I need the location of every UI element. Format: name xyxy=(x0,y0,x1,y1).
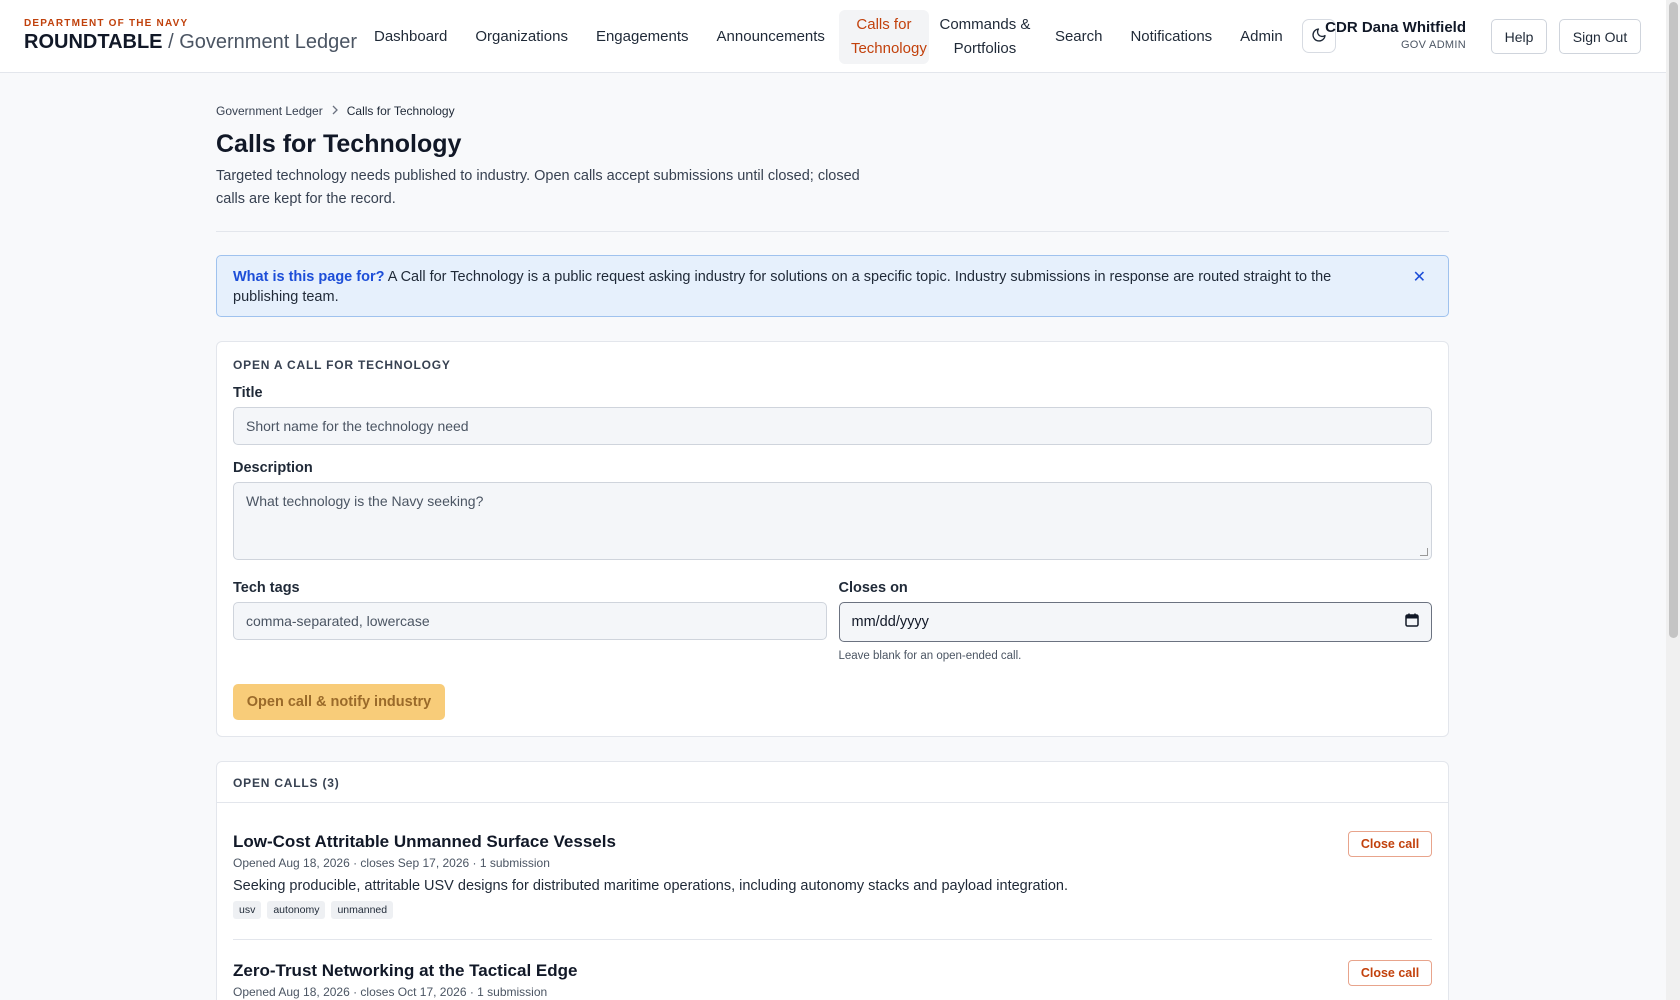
nav-announcements[interactable]: Announcements xyxy=(703,25,839,49)
open-calls-heading: OPEN CALLS (3) xyxy=(217,762,1448,803)
call-title[interactable]: Zero-Trust Networking at the Tactical Ed… xyxy=(233,961,1432,981)
call-tags: usv autonomy unmanned xyxy=(233,901,1432,919)
open-calls-list: OPEN CALLS (3) Low-Cost Attritable Unman… xyxy=(216,761,1449,1000)
close-call-button[interactable]: Close call xyxy=(1348,831,1432,857)
sign-out-button[interactable]: Sign Out xyxy=(1559,19,1641,54)
main-content: Government Ledger Calls for Technology C… xyxy=(216,104,1449,1000)
tag: unmanned xyxy=(331,901,394,919)
description-placeholder: What technology is the Navy seeking? xyxy=(246,493,484,509)
breadcrumb-root-link[interactable]: Government Ledger xyxy=(216,104,323,118)
scrollbar-thumb[interactable] xyxy=(1669,2,1678,638)
close-call-button[interactable]: Close call xyxy=(1348,960,1432,986)
info-banner: What is this page for? A Call for Techno… xyxy=(216,255,1449,317)
user-info: CDR Dana Whitfield GOV ADMIN xyxy=(1325,19,1466,51)
nav-admin[interactable]: Admin xyxy=(1226,25,1297,49)
calendar-icon[interactable] xyxy=(1405,613,1419,631)
tag: autonomy xyxy=(267,901,326,919)
page-description: Targeted technology needs published to i… xyxy=(216,168,860,207)
call-meta: Opened Aug 18, 2026 · closes Oct 17, 202… xyxy=(233,985,548,999)
date-placeholder: mm/dd/yyyy xyxy=(851,614,929,630)
open-call-form: OPEN A CALL FOR TECHNOLOGY Title Short n… xyxy=(216,341,1449,737)
top-bar: DEPARTMENT OF THE NAVY ROUNDTABLE / Gove… xyxy=(0,0,1666,73)
tag: usv xyxy=(233,901,262,919)
resize-handle-icon[interactable] xyxy=(1420,548,1428,556)
call-description: Seeking producible, attritable USV desig… xyxy=(233,878,1069,894)
list-item[interactable]: Low-Cost Attritable Unmanned Surface Ves… xyxy=(233,803,1432,919)
app-title: ROUNDTABLE / Government Ledger xyxy=(24,31,357,54)
closes-on-label: Closes on xyxy=(838,580,908,596)
user-role: GOV ADMIN xyxy=(1400,39,1466,51)
title-label: Title xyxy=(233,385,263,401)
nav-dashboard[interactable]: Dashboard xyxy=(360,25,461,49)
tech-tags-label: Tech tags xyxy=(233,580,300,596)
page-scrollbar[interactable] xyxy=(1666,0,1680,1000)
tech-tags-input[interactable]: comma-separated, lowercase xyxy=(233,602,827,640)
nav-notifications[interactable]: Notifications xyxy=(1116,25,1226,49)
brand-subtitle: Government Ledger xyxy=(179,31,358,53)
call-meta: Opened Aug 18, 2026 · closes Sep 17, 202… xyxy=(233,856,550,870)
list-item[interactable]: Zero-Trust Networking at the Tactical Ed… xyxy=(233,939,1432,999)
breadcrumb-current: Calls for Technology xyxy=(346,104,455,118)
nav-engagements[interactable]: Engagements xyxy=(582,25,703,49)
title-input[interactable]: Short name for the technology need xyxy=(233,407,1432,445)
nav-calls-for-technology[interactable]: Calls for Technology xyxy=(838,10,929,64)
department-label: DEPARTMENT OF THE NAVY xyxy=(24,18,189,29)
nav-search[interactable]: Search xyxy=(1041,25,1117,49)
description-textarea[interactable]: What technology is the Navy seeking? xyxy=(233,482,1432,560)
nav-organizations[interactable]: Organizations xyxy=(461,25,582,49)
breadcrumb: Government Ledger Calls for Technology xyxy=(216,104,1449,118)
close-icon[interactable]: ✕ xyxy=(1413,268,1426,288)
description-label: Description xyxy=(233,460,313,476)
closes-on-hint: Leave blank for an open-ended call. xyxy=(838,650,1022,662)
closes-on-date-input[interactable]: mm/dd/yyyy xyxy=(838,602,1432,642)
main-nav: Dashboard Organizations Engagements Anno… xyxy=(360,10,1297,64)
info-text: A Call for Technology is a public reques… xyxy=(233,269,1332,305)
user-name: CDR Dana Whitfield xyxy=(1325,19,1466,36)
brand-separator: / xyxy=(168,31,174,53)
chevron-right-icon xyxy=(331,104,339,118)
brand-name: ROUNDTABLE xyxy=(24,31,163,53)
info-question: What is this page for? xyxy=(233,269,385,285)
nav-commands-portfolios[interactable]: Commands & Portfolios xyxy=(929,13,1041,61)
call-title[interactable]: Low-Cost Attritable Unmanned Surface Ves… xyxy=(233,832,1432,852)
page-title: Calls for Technology xyxy=(216,130,462,158)
open-call-button[interactable]: Open call & notify industry xyxy=(233,684,445,720)
help-button[interactable]: Help xyxy=(1491,19,1547,54)
brand[interactable]: DEPARTMENT OF THE NAVY ROUNDTABLE / Gove… xyxy=(24,18,357,54)
form-section-title: OPEN A CALL FOR TECHNOLOGY xyxy=(233,358,451,372)
divider xyxy=(216,231,1449,232)
